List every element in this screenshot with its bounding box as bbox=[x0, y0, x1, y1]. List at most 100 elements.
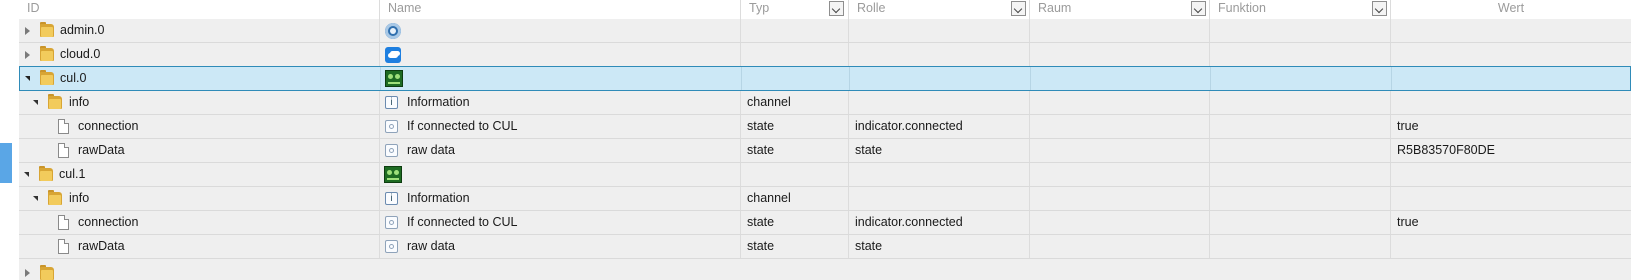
folder-open-icon bbox=[48, 94, 62, 109]
wert-cell[interactable]: R5B83570F80DE bbox=[1391, 139, 1631, 162]
column-header-id[interactable]: ID bbox=[19, 0, 380, 19]
name-cell bbox=[380, 163, 741, 186]
table-row[interactable]: connection If connected to CUL state ind… bbox=[19, 211, 1631, 235]
typ-cell bbox=[742, 67, 850, 90]
column-header-raum[interactable]: Raum bbox=[1030, 0, 1210, 19]
object-id: rawData bbox=[78, 239, 125, 253]
object-name: If connected to CUL bbox=[407, 119, 518, 133]
column-header-funktion[interactable]: Funktion bbox=[1210, 0, 1391, 19]
funktion-cell bbox=[1211, 67, 1392, 90]
wert-cell[interactable] bbox=[1391, 235, 1631, 258]
table-row[interactable]: info i Information channel bbox=[19, 91, 1631, 115]
adapter-cloud-icon bbox=[385, 47, 401, 63]
column-header-funktion-label: Funktion bbox=[1218, 1, 1266, 15]
object-id: info bbox=[69, 191, 90, 205]
collapse-arrow-icon[interactable] bbox=[33, 100, 38, 105]
rolle-cell bbox=[849, 187, 1030, 210]
table-row[interactable]: cloud.0 bbox=[19, 43, 1631, 67]
id-cell: rawData bbox=[19, 235, 380, 258]
typ-cell: state bbox=[741, 235, 849, 258]
table-row[interactable]: rawData raw data state state R5B83570F80… bbox=[19, 139, 1631, 163]
object-id: cul.1 bbox=[59, 167, 86, 181]
raum-filter-dropdown-icon[interactable] bbox=[1191, 1, 1206, 16]
column-header-wert[interactable]: Wert bbox=[1391, 0, 1631, 19]
funktion-cell bbox=[1210, 19, 1391, 42]
typ-cell: channel bbox=[741, 187, 849, 210]
adapter-cul-icon bbox=[384, 166, 402, 183]
name-cell: raw data bbox=[380, 235, 741, 258]
expand-arrow-icon[interactable] bbox=[25, 27, 30, 35]
wert-cell bbox=[1391, 43, 1631, 66]
file-icon bbox=[58, 143, 69, 158]
file-icon bbox=[58, 239, 69, 254]
expand-arrow-icon[interactable] bbox=[25, 51, 30, 59]
typ-cell: state bbox=[741, 139, 849, 162]
state-icon bbox=[385, 240, 398, 253]
adapter-admin-icon bbox=[385, 23, 401, 39]
folder-open-icon bbox=[39, 166, 53, 181]
raum-cell bbox=[1030, 43, 1210, 66]
object-id: rawData bbox=[78, 143, 125, 157]
name-cell bbox=[380, 19, 741, 42]
id-cell: connection bbox=[19, 211, 380, 234]
typ-cell: state bbox=[741, 115, 849, 138]
typ-filter-dropdown-icon[interactable] bbox=[829, 1, 844, 16]
object-id: cul.0 bbox=[60, 71, 87, 85]
object-name: raw data bbox=[407, 239, 455, 253]
column-header-rolle[interactable]: Rolle bbox=[849, 0, 1030, 19]
wert-cell bbox=[1392, 67, 1631, 90]
table-row[interactable]: cul.1 bbox=[19, 163, 1631, 187]
state-icon bbox=[385, 216, 398, 229]
table-row[interactable]: rawData raw data state state bbox=[19, 235, 1631, 259]
collapse-arrow-icon[interactable] bbox=[25, 76, 30, 81]
name-cell: i Information bbox=[380, 187, 741, 210]
wert-cell bbox=[1391, 163, 1631, 186]
adapter-cul-icon bbox=[385, 70, 403, 87]
wert-cell[interactable]: true bbox=[1391, 211, 1631, 234]
name-cell bbox=[380, 43, 741, 66]
table-row[interactable]: connection If connected to CUL state ind… bbox=[19, 115, 1631, 139]
collapse-arrow-icon[interactable] bbox=[24, 172, 29, 177]
object-browser: ID Name Typ Rolle Raum Funktion Wert adm… bbox=[0, 0, 1631, 280]
funktion-cell bbox=[1210, 211, 1391, 234]
left-panel-strip bbox=[0, 0, 19, 280]
info-icon: i bbox=[385, 192, 398, 205]
name-cell: raw data bbox=[380, 139, 741, 162]
object-name: Information bbox=[407, 191, 470, 205]
table-row-selected[interactable]: cul.0 bbox=[19, 66, 1631, 91]
name-cell: If connected to CUL bbox=[380, 211, 741, 234]
left-panel-accent[interactable] bbox=[0, 143, 12, 183]
rolle-filter-dropdown-icon[interactable] bbox=[1011, 1, 1026, 16]
table-row[interactable]: admin.0 bbox=[19, 19, 1631, 43]
wert-cell bbox=[1391, 187, 1631, 210]
wert-cell bbox=[1391, 91, 1631, 114]
file-icon bbox=[58, 215, 69, 230]
name-cell bbox=[381, 67, 742, 90]
rolle-cell bbox=[849, 43, 1030, 66]
funktion-cell bbox=[1210, 235, 1391, 258]
collapse-arrow-icon[interactable] bbox=[33, 196, 38, 201]
rolle-cell: indicator.connected bbox=[849, 211, 1030, 234]
wert-cell bbox=[1391, 19, 1631, 42]
file-icon bbox=[58, 119, 69, 134]
table-row-partial[interactable] bbox=[19, 259, 1631, 280]
object-name: Information bbox=[407, 95, 470, 109]
wert-cell[interactable]: true bbox=[1391, 115, 1631, 138]
table-row[interactable]: info i Information channel bbox=[19, 187, 1631, 211]
expand-arrow-icon[interactable] bbox=[25, 269, 30, 277]
folder-icon bbox=[40, 22, 54, 37]
rolle-cell bbox=[849, 163, 1030, 186]
typ-cell bbox=[741, 163, 849, 186]
raum-cell bbox=[1030, 139, 1210, 162]
folder-open-icon bbox=[40, 70, 54, 85]
column-header-name[interactable]: Name bbox=[380, 0, 741, 19]
folder-open-icon bbox=[48, 190, 62, 205]
folder-icon bbox=[40, 46, 54, 61]
name-cell: i Information bbox=[380, 91, 741, 114]
funktion-filter-dropdown-icon[interactable] bbox=[1372, 1, 1387, 16]
column-header-typ-label: Typ bbox=[749, 1, 770, 15]
id-cell: connection bbox=[19, 115, 380, 138]
info-icon: i bbox=[385, 96, 398, 109]
id-cell: admin.0 bbox=[19, 19, 380, 42]
id-cell: info bbox=[19, 187, 380, 210]
